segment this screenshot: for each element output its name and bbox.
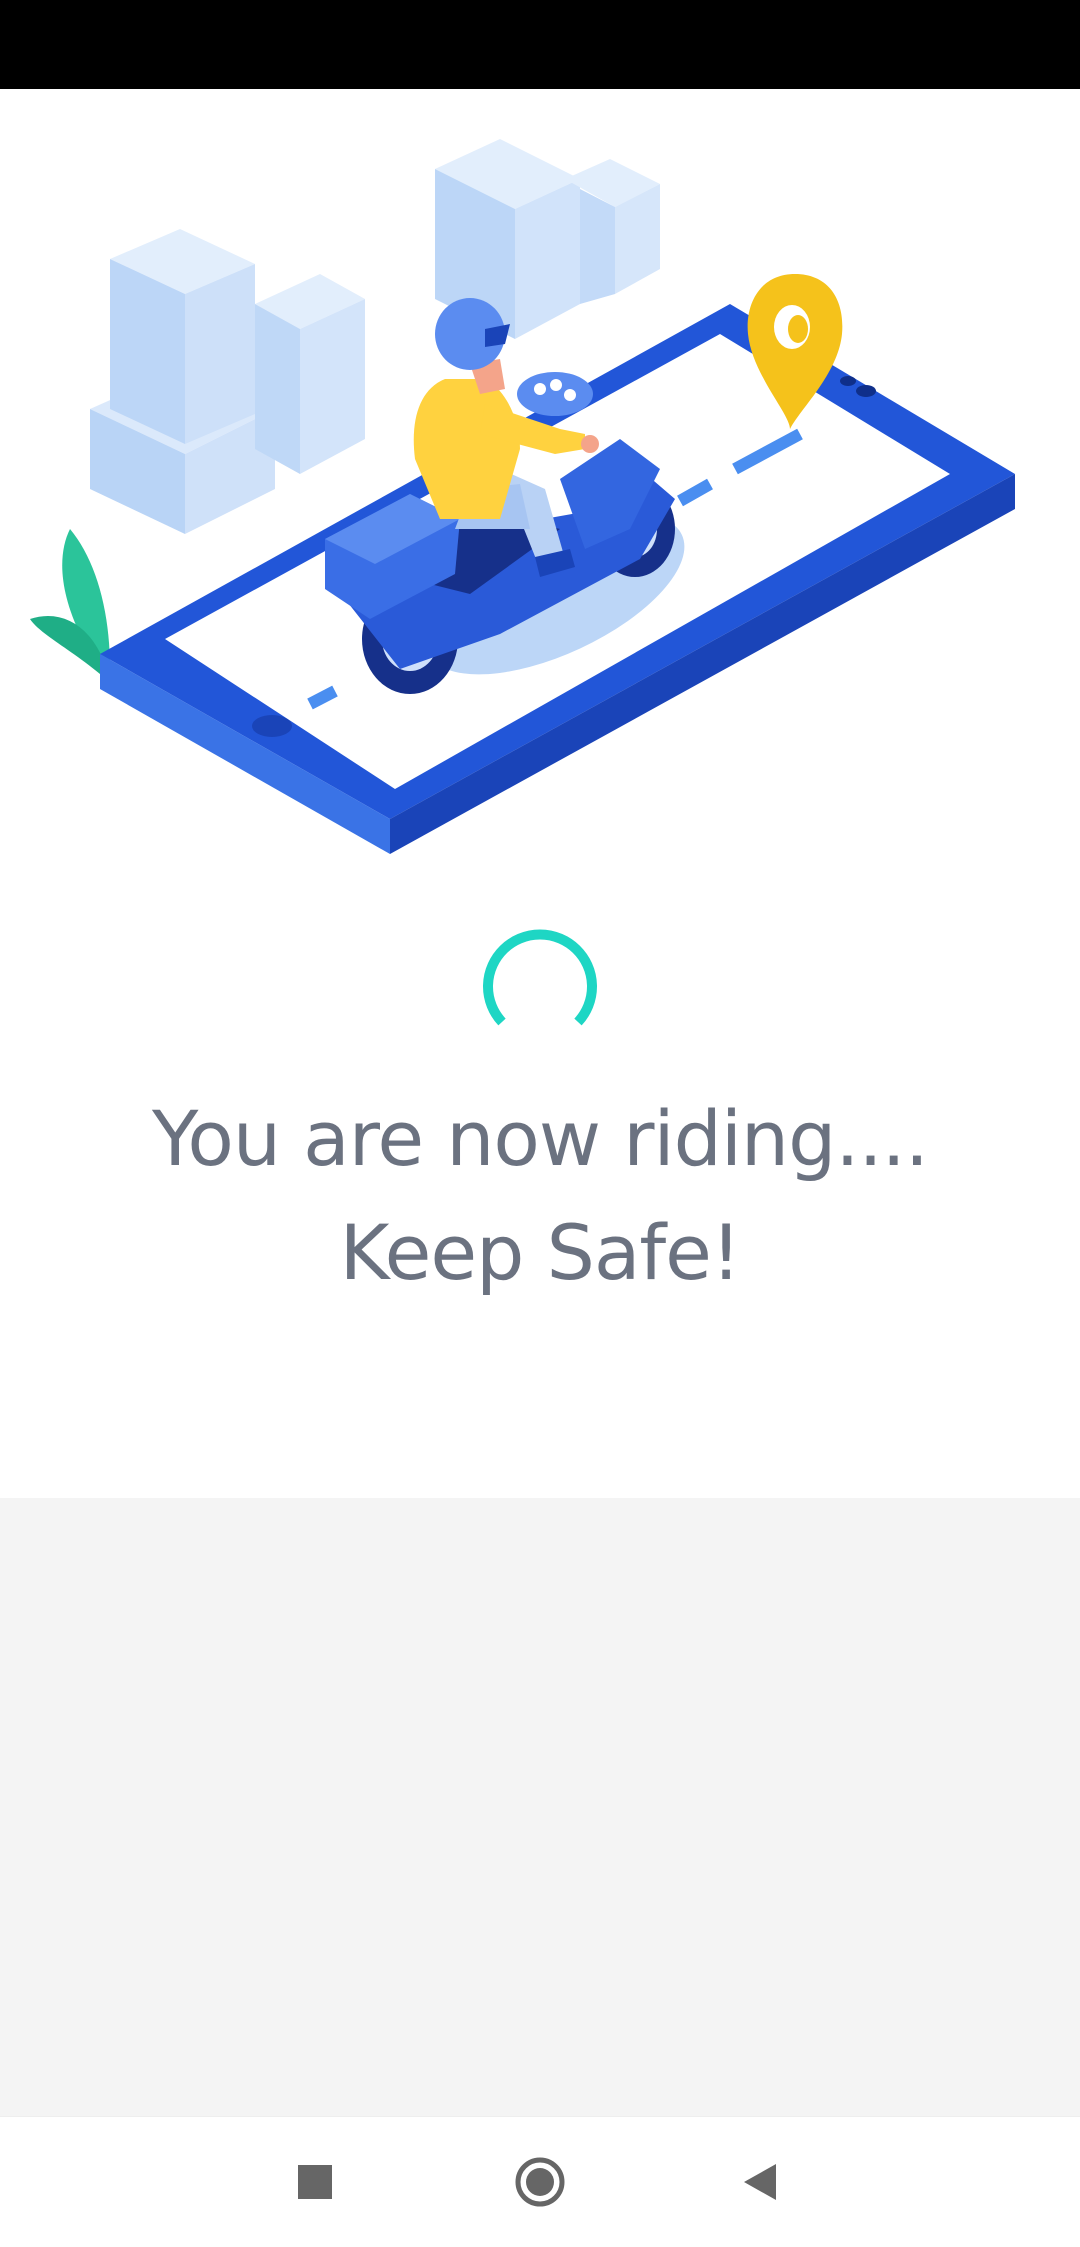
recent-apps-button[interactable]: [275, 2142, 355, 2222]
stacked-boxes-left-icon: [90, 229, 365, 534]
status-bar: [0, 0, 1080, 89]
circle-icon: [515, 2157, 565, 2207]
triangle-back-icon: [744, 2164, 776, 2200]
back-button[interactable]: [720, 2142, 800, 2222]
lower-area: [0, 1498, 1080, 2116]
home-button[interactable]: [500, 2142, 580, 2222]
riding-message: You are now riding.... Keep Safe!: [0, 1082, 1080, 1310]
riding-message-line1: You are now riding....: [152, 1094, 929, 1183]
riding-message-line2: Keep Safe!: [339, 1208, 742, 1297]
scooter-delivery-illustration: [30, 139, 1015, 854]
navigation-bar: [0, 2116, 1080, 2247]
plant-icon: [30, 529, 110, 674]
square-icon: [298, 2165, 332, 2199]
loading-spinner: [483, 929, 597, 1026]
